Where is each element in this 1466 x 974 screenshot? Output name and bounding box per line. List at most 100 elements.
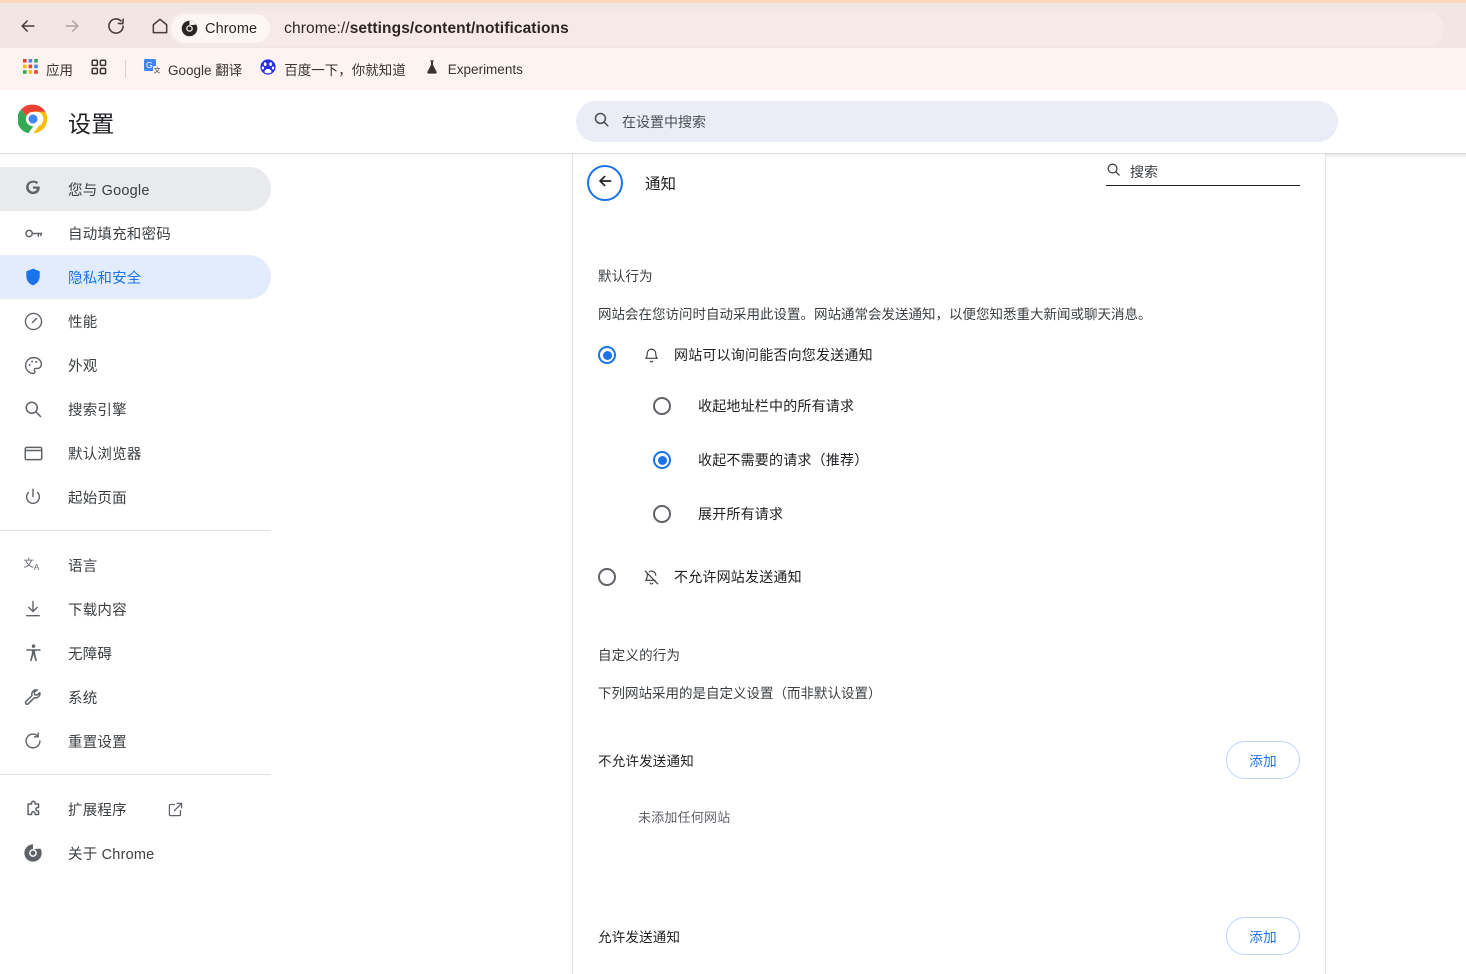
settings-sidebar: 您与 Google 自动填充和密码 隐私和安全 性能 外观 搜索引擎 默认浏览器… [0, 154, 572, 974]
bookmark-baidu-label: 百度一下，你就知道 [284, 63, 406, 78]
bookmark-google-translate-label: Google 翻译 [168, 63, 243, 78]
add-not-allowed-button[interactable]: 添加 [1226, 740, 1300, 779]
sidebar-item-performance[interactable]: 性能 [0, 299, 271, 343]
sidebar-item-default-browser[interactable]: 默认浏览器 [0, 431, 271, 475]
sidebar-item-reset-settings[interactable]: 重置设置 [0, 719, 271, 763]
sidebar-item-label: 默认浏览器 [68, 446, 142, 463]
shield-icon [22, 266, 44, 288]
bookmark-group-button[interactable] [82, 55, 116, 83]
default-behavior-heading: 默认行为 [598, 269, 653, 284]
browser-window: Chrome chrome://settings/content/notific… [0, 0, 1466, 974]
custom-behavior-description: 下列网站采用的是自定义设置（而非默认设置） [598, 686, 882, 702]
block-not-allowed: 不允许发送通知 添加 未添加任何网站 [598, 740, 1300, 826]
panel-title: 通知 [645, 176, 677, 193]
radio-indicator [653, 451, 671, 470]
svg-text:A: A [33, 562, 39, 571]
sidebar-item-languages[interactable]: 文 A 语言 [0, 543, 271, 587]
sidebar-item-label: 性能 [68, 314, 98, 331]
bookmark-apps[interactable]: 应用 [14, 55, 82, 83]
chrome-logo [17, 104, 48, 139]
sidebar-item-label: 您与 Google [68, 182, 150, 199]
bookmark-experiments-label: Experiments [447, 61, 523, 77]
sidebar-item-label: 重置设置 [68, 734, 127, 751]
custom-behavior-section: 自定义的行为 下列网站采用的是自定义设置（而非默认设置） 不允许发送通知 添加 … [573, 644, 1325, 974]
sidebar-item-label: 起始页面 [68, 490, 127, 507]
radio-label: 展开所有请求 [698, 506, 784, 523]
block-not-allowed-empty: 未添加任何网站 [638, 809, 731, 825]
panel-header: 通知 搜索 [573, 154, 1325, 212]
external-link-icon[interactable] [167, 801, 184, 818]
sidebar-item-label: 搜索引擎 [68, 402, 127, 419]
settings-search-input[interactable]: 在设置中搜索 [576, 101, 1338, 142]
extension-puzzle-icon [22, 798, 44, 820]
bell-icon [643, 347, 661, 364]
settings-search-placeholder: 在设置中搜索 [622, 113, 706, 130]
bookmark-baidu[interactable]: 百度一下，你就知道 [251, 55, 415, 83]
google-translate-icon: G 文 [144, 58, 161, 80]
sidebar-item-autofill-passwords[interactable]: 自动填充和密码 [0, 211, 271, 255]
radio-collapse-unwanted-requests[interactable]: 收起不需要的请求（推荐） [653, 450, 1300, 470]
bookmark-apps-label: 应用 [46, 63, 73, 78]
block-allowed: 允许发送通知 添加 未添加任何网站 [598, 916, 1300, 974]
sidebar-item-label: 自动填充和密码 [68, 226, 171, 243]
sidebar-item-appearance[interactable]: 外观 [0, 343, 271, 387]
baidu-icon [260, 58, 276, 80]
accessibility-icon [22, 642, 44, 664]
search-icon [593, 111, 610, 133]
sidebar-item-on-startup[interactable]: 起始页面 [0, 475, 271, 519]
sidebar-item-accessibility[interactable]: 无障碍 [0, 631, 271, 675]
radio-sites-can-ask[interactable]: 网站可以询问能否向您发送通知 [598, 345, 1300, 365]
omnibox-chrome-chip: Chrome [171, 14, 271, 43]
chrome-logo-icon [181, 20, 198, 37]
radio-label: 不允许网站发送通知 [674, 569, 802, 586]
bookmark-google-translate[interactable]: G 文 Google 翻译 [135, 55, 251, 83]
sidebar-item-search-engine[interactable]: 搜索引擎 [0, 387, 271, 431]
omnibox-url-text: chrome://settings/content/notifications [284, 19, 569, 37]
sidebar-divider-2 [0, 774, 271, 775]
sidebar-item-downloads[interactable]: 下载内容 [0, 587, 271, 631]
browser-toolbar: Chrome chrome://settings/content/notific… [0, 3, 1466, 48]
bookmarks-bar: 应用 G 文 Google 翻译 百度一下，你就知道 Experiments [0, 48, 1466, 90]
address-bar[interactable]: Chrome chrome://settings/content/notific… [168, 11, 1444, 46]
key-icon [22, 222, 44, 244]
panel-search-input[interactable]: 搜索 [1106, 162, 1300, 186]
restore-icon [22, 730, 44, 752]
sidebar-item-you-and-google[interactable]: 您与 Google [0, 167, 271, 211]
radio-collapse-all-requests[interactable]: 收起地址栏中的所有请求 [653, 396, 1300, 416]
apps-grid-icon [23, 59, 38, 79]
google-g-icon [22, 178, 44, 200]
notifications-settings-panel: 通知 搜索 默认行为 网站会在您访问时自动采用此设置。网站通常会发送通知，以便您… [573, 154, 1325, 974]
radio-expand-all-requests[interactable]: 展开所有请求 [653, 504, 1300, 524]
sidebar-item-label: 关于 Chrome [68, 846, 155, 863]
browser-window-icon [22, 442, 44, 464]
bell-off-icon [643, 569, 661, 586]
back-button[interactable] [9, 7, 47, 45]
bookmark-group-icon [91, 58, 107, 80]
custom-behavior-heading: 自定义的行为 [598, 648, 681, 664]
sidebar-item-label: 系统 [68, 690, 98, 707]
radio-indicator [598, 568, 616, 587]
back-arrow-button[interactable] [587, 165, 623, 201]
radio-indicator [653, 397, 671, 416]
forward-button[interactable] [53, 7, 91, 45]
bookmarks-divider [125, 60, 126, 78]
palette-icon [22, 354, 44, 376]
wrench-icon [22, 686, 44, 708]
sidebar-item-system[interactable]: 系统 [0, 675, 271, 719]
sidebar-item-extensions[interactable]: 扩展程序 [0, 787, 271, 831]
chrome-outline-icon [22, 842, 44, 864]
sidebar-item-about-chrome[interactable]: 关于 Chrome [0, 831, 271, 875]
radio-dont-allow-notifications[interactable]: 不允许网站发送通知 [598, 567, 1300, 587]
search-icon [22, 398, 44, 420]
page-title: 设置 [68, 110, 115, 137]
radio-indicator [653, 505, 671, 524]
power-icon [22, 486, 44, 508]
add-allowed-button[interactable]: 添加 [1226, 916, 1300, 955]
sidebar-item-label: 隐私和安全 [68, 270, 142, 287]
omnibox-chip-label: Chrome [205, 20, 258, 37]
sidebar-item-privacy-security[interactable]: 隐私和安全 [0, 255, 271, 299]
bookmark-experiments[interactable]: Experiments [415, 55, 532, 83]
sidebar-item-label: 外观 [68, 358, 98, 375]
reload-button[interactable] [97, 7, 135, 45]
search-icon [1106, 162, 1121, 182]
